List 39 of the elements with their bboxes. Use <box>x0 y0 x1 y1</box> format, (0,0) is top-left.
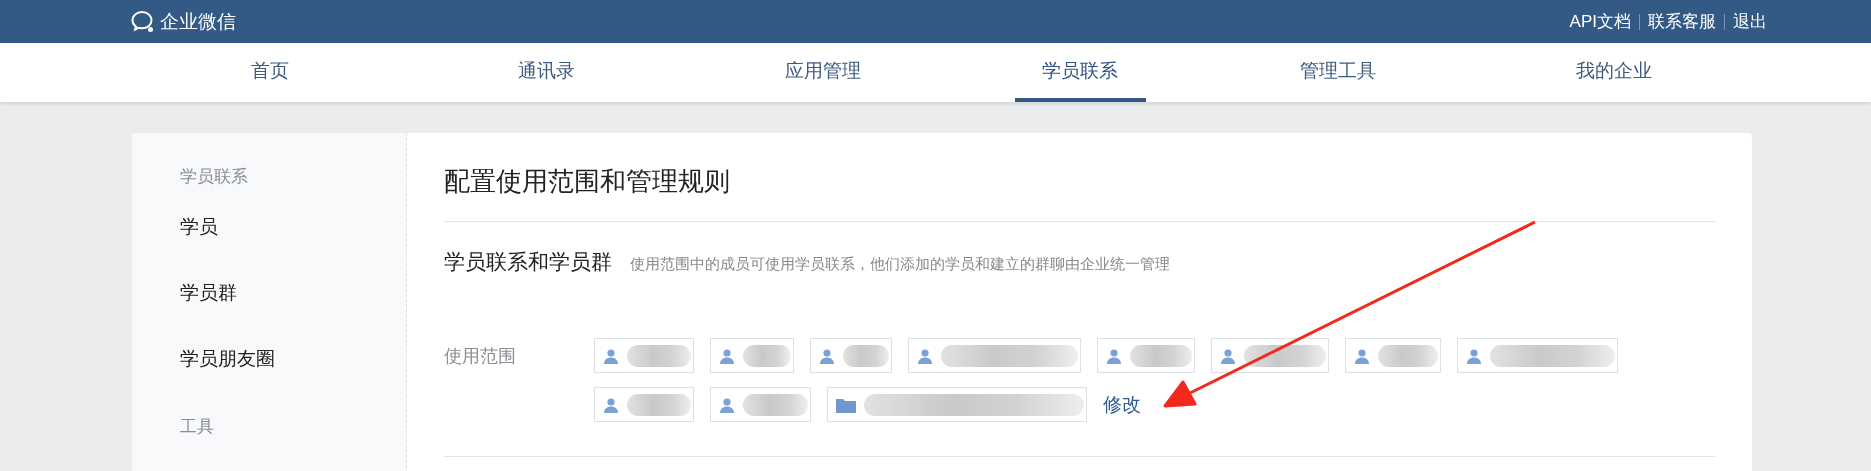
person-icon <box>603 396 619 413</box>
redacted-name <box>743 393 808 416</box>
redacted-name <box>1130 344 1192 367</box>
person-icon <box>1220 347 1236 364</box>
folder-icon <box>836 396 856 413</box>
section-description: 使用范围中的成员可使用学员联系，他们添加的学员和建立的群聊由企业统一管理 <box>630 255 1170 274</box>
person-icon <box>819 347 835 364</box>
redacted-name <box>1378 344 1438 367</box>
redacted-name <box>843 344 889 367</box>
redacted-name <box>743 344 791 367</box>
redacted-name <box>627 393 691 416</box>
nav-tab[interactable]: 首页 <box>132 43 409 102</box>
sidebar-heading: 工具 <box>180 416 215 438</box>
page-title: 配置使用范围和管理规则 <box>444 165 731 198</box>
nav-tab[interactable]: 应用管理 <box>684 43 961 102</box>
person-icon <box>1466 347 1482 364</box>
field-label: 使用范围 <box>444 345 517 368</box>
header-link[interactable]: 退出 <box>1725 10 1775 33</box>
person-icon <box>917 347 933 364</box>
sidebar-item[interactable]: 学员群 <box>180 279 406 307</box>
person-icon <box>603 347 619 364</box>
person-icon <box>1106 347 1122 364</box>
nav-tab[interactable]: 我的企业 <box>1475 43 1752 102</box>
edit-link[interactable]: 修改 <box>1103 391 1141 418</box>
sidebar-heading: 学员联系 <box>180 166 249 188</box>
section-heading: 学员联系和学员群 <box>444 249 612 275</box>
logo-text: 企业微信 <box>160 9 236 34</box>
nav-tab[interactable]: 学员联系 <box>1014 43 1146 102</box>
sidebar-item[interactable]: 学员朋友圈 <box>180 345 406 373</box>
nav-tab[interactable]: 管理工具 <box>1199 43 1476 102</box>
person-icon <box>719 396 735 413</box>
person-icon <box>1354 347 1370 364</box>
sidebar-item[interactable]: 学员 <box>180 213 406 241</box>
header-link[interactable]: 联系客服 <box>1640 10 1724 33</box>
redacted-name <box>627 344 691 367</box>
chat-bubble-icon <box>130 9 156 34</box>
person-icon <box>719 347 735 364</box>
nav-tab[interactable]: 通讯录 <box>408 43 685 102</box>
header-link[interactable]: API文档 <box>1561 10 1639 33</box>
